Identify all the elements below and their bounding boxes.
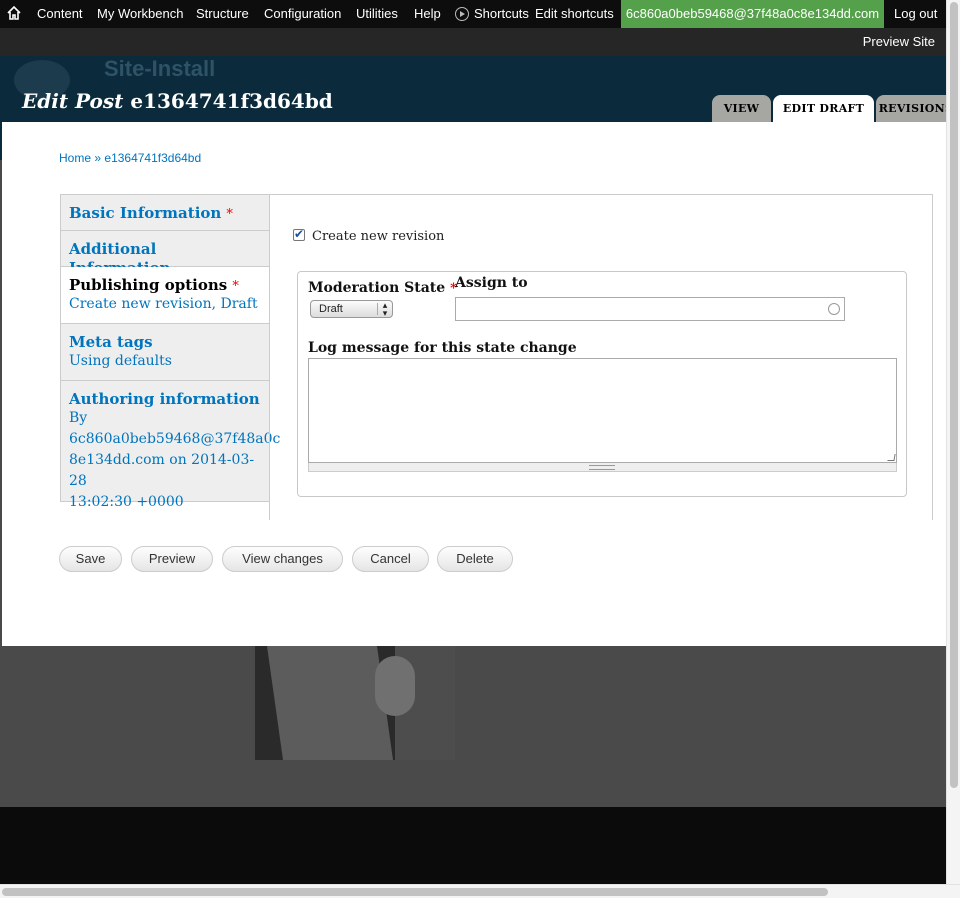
- breadcrumb: Home » e1364741f3d64bd: [59, 151, 201, 165]
- shortcuts-bar: Preview Site: [0, 28, 946, 56]
- view-changes-button[interactable]: View changes: [222, 546, 343, 572]
- vtab-publishing-options[interactable]: Publishing options * Create new revision…: [60, 267, 270, 324]
- vertical-tabs-menu: Basic Information * Additional Informati…: [60, 194, 281, 510]
- vtab-summary-line: 8e134dd.com on 2014-03-28: [69, 452, 255, 489]
- breadcrumb-home[interactable]: Home: [59, 151, 91, 165]
- toolbar-content[interactable]: Content: [37, 6, 83, 21]
- moderation-state-label: Moderation State *: [308, 280, 457, 296]
- toolbar-shortcuts[interactable]: Shortcuts: [474, 6, 529, 21]
- horizontal-scrollbar[interactable]: [0, 884, 960, 898]
- toolbar-logout[interactable]: Log out: [894, 6, 937, 21]
- overlay-header: Site-Install Edit Post e1364741f3d64bd V…: [0, 56, 946, 122]
- vtab-summary-line: 6c860a0beb59468@37f48a0c: [69, 431, 281, 447]
- vtab-label: Basic Information: [69, 204, 222, 222]
- delete-button[interactable]: Delete: [437, 546, 513, 572]
- required-marker: *: [226, 207, 233, 222]
- page-title: Edit Post e1364741f3d64bd: [22, 89, 333, 113]
- log-message-label: Log message for this state change: [308, 340, 577, 356]
- vtab-authoring-information[interactable]: Authoring information By 6c860a0beb59468…: [60, 381, 281, 510]
- autocomplete-throbber-icon: [828, 303, 840, 315]
- horizontal-scrollbar-thumb[interactable]: [2, 888, 828, 896]
- moderation-state-value: Draft: [319, 303, 343, 315]
- breadcrumb-separator: »: [94, 151, 102, 165]
- vtab-summary: Create new revision, Draft: [69, 296, 258, 312]
- required-marker: *: [232, 279, 239, 294]
- vtab-summary-line: By: [69, 410, 88, 426]
- resize-corner-icon[interactable]: [887, 454, 896, 461]
- vertical-scrollbar-thumb[interactable]: [950, 2, 958, 788]
- toolbar-user-account[interactable]: 6c860a0beb59468@37f48a0c8e134dd.com: [621, 0, 884, 28]
- breadcrumb-current[interactable]: e1364741f3d64bd: [104, 151, 201, 165]
- admin-toolbar: Content My Workbench Structure Configura…: [0, 0, 960, 28]
- page-footer: [0, 807, 946, 884]
- checkbox-checked-icon[interactable]: [293, 227, 305, 241]
- textarea-resize-grip[interactable]: [308, 463, 897, 472]
- tab-view[interactable]: VIEW: [712, 95, 771, 122]
- home-icon[interactable]: [6, 5, 22, 21]
- vtab-basic-information[interactable]: Basic Information *: [60, 194, 270, 231]
- vertical-tabs: Basic Information * Additional Informati…: [60, 194, 933, 520]
- save-button[interactable]: Save: [59, 546, 122, 572]
- create-revision-checkbox[interactable]: Create new revision: [293, 227, 445, 244]
- preview-button[interactable]: Preview: [131, 546, 213, 572]
- vertical-scrollbar[interactable]: [946, 0, 960, 884]
- toolbar-configuration[interactable]: Configuration: [264, 6, 341, 21]
- preview-site-link[interactable]: Preview Site: [863, 34, 935, 49]
- moderation-state-select[interactable]: Draft ▴ ▾: [310, 300, 393, 318]
- site-name: Site-Install: [104, 56, 216, 81]
- vtab-summary: Using defaults: [69, 353, 172, 369]
- tab-revisions[interactable]: REVISIONS: [876, 95, 946, 122]
- edit-form-panel: Home » e1364741f3d64bd Basic Information…: [2, 122, 946, 646]
- background-photo: [255, 646, 455, 760]
- cancel-button[interactable]: Cancel: [352, 546, 429, 572]
- vtab-label: Publishing options: [69, 276, 228, 294]
- photo-shirt: [266, 646, 394, 760]
- shortcuts-toggle-icon[interactable]: [455, 7, 469, 21]
- moderation-state-label-text: Moderation State: [308, 280, 446, 296]
- vtab-additional-information[interactable]: Additional Information: [60, 231, 270, 277]
- assign-to-label: Assign to: [455, 275, 528, 291]
- vtab-summary-line: 13:02:30 +0000: [69, 494, 184, 510]
- page-title-prefix: Edit Post: [22, 89, 124, 113]
- vtab-meta-tags[interactable]: Meta tags Using defaults: [60, 324, 270, 381]
- log-message-textarea[interactable]: [308, 358, 897, 463]
- select-divider: [377, 303, 378, 315]
- create-revision-label: Create new revision: [312, 229, 445, 244]
- toolbar-utilities[interactable]: Utilities: [356, 6, 398, 21]
- photo-arm: [375, 656, 415, 716]
- vtab-label: Meta tags: [69, 333, 153, 351]
- toolbar-edit-shortcuts[interactable]: Edit shortcuts: [535, 6, 614, 21]
- tab-edit-draft[interactable]: EDIT DRAFT: [773, 95, 874, 122]
- toolbar-structure[interactable]: Structure: [196, 6, 249, 21]
- assign-to-input[interactable]: [455, 297, 845, 321]
- moderation-fieldset: Moderation State * Draft ▴ ▾ Assign to Lo…: [297, 271, 907, 497]
- publishing-options-pane: Create new revision Moderation State * D…: [269, 194, 933, 520]
- page-title-id: e1364741f3d64bd: [130, 89, 333, 113]
- select-arrows-icon: ▴ ▾: [382, 300, 388, 318]
- toolbar-help[interactable]: Help: [414, 6, 441, 21]
- vtab-label: Authoring information: [69, 390, 260, 408]
- toolbar-my-workbench[interactable]: My Workbench: [97, 6, 183, 21]
